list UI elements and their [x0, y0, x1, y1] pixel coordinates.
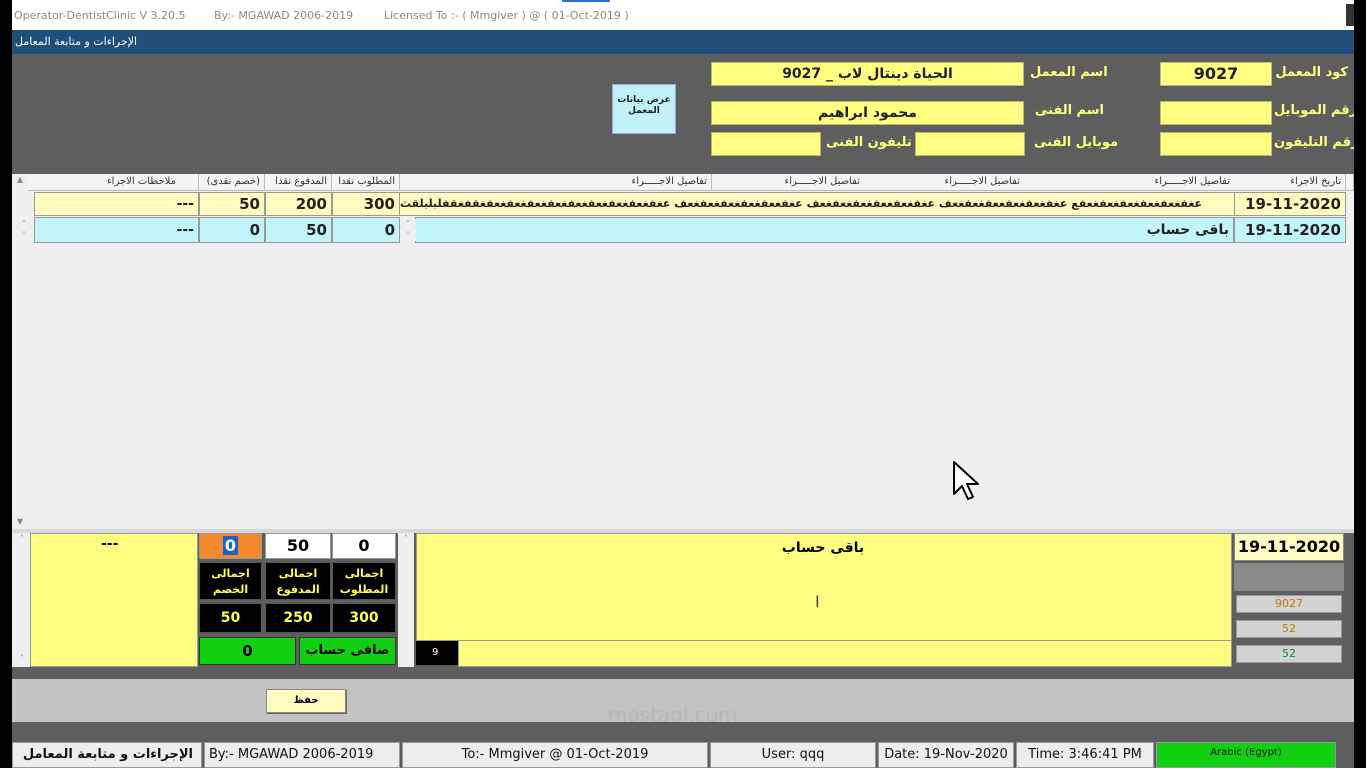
title-bar: Operator-DentistClinic V 3.20.5 By:- MGA…: [12, 0, 1354, 30]
row2-details-spinner[interactable]: ˄ ˅: [400, 219, 416, 241]
col-notes-header[interactable]: ملاحظات الاجراء: [28, 174, 199, 191]
mobile-field[interactable]: [1160, 101, 1272, 125]
summary-details-field[interactable]: باقى حساب I: [416, 533, 1232, 641]
status-bar: الإجراءات و متابعة المعامل By:- MGAWAD 2…: [12, 722, 1354, 768]
lab-code-field[interactable]: 9027: [1160, 62, 1272, 86]
col-paid-header[interactable]: المدفوع نقدا: [265, 174, 332, 191]
form-title: الإجراءات و متابعة المعامل: [15, 35, 138, 48]
app-window: Operator-DentistClinic V 3.20.5 By:- MGA…: [12, 0, 1354, 768]
tech-name-label: اسم الفنى: [1034, 103, 1104, 118]
text-cursor-icon: I: [815, 592, 820, 611]
total-required-value: 300: [332, 603, 396, 633]
row1-discount[interactable]: 50: [199, 192, 265, 216]
author-text: By:- MGAWAD 2006-2019: [214, 9, 354, 22]
summary-details-scroll[interactable]: ˄: [398, 533, 414, 667]
summary-required-field[interactable]: 0: [332, 533, 396, 559]
summary-paid-field[interactable]: 50: [265, 533, 331, 559]
row2-discount[interactable]: 0: [199, 217, 265, 243]
row1-date[interactable]: 19-11-2020: [1234, 192, 1346, 216]
summary-panel: ˄ ˅ --- 0 50 0 اجمالى الخصم اجمالى المدف…: [12, 529, 1354, 667]
summary-notes-field[interactable]: ---: [30, 533, 198, 667]
mobile-label: رقم الموبايل: [1274, 103, 1354, 118]
summary-blank-box: [1234, 563, 1344, 591]
summary-notes-value: ---: [101, 536, 119, 552]
license-text: Licensed To :- ( Mmgiver ) @ ( 01-Oct-20…: [384, 9, 629, 22]
lab-name-label: اسم المعمل: [1030, 65, 1108, 80]
tech-phone-label: تليفون الفنى: [826, 135, 912, 150]
total-paid-label: اجمالى المدفوع: [265, 562, 331, 600]
status-time: Time: 3:46:41 PM: [1016, 742, 1154, 768]
tech-mobile-field[interactable]: [915, 132, 1025, 156]
row1-notes[interactable]: ---: [34, 192, 199, 216]
col-required-header[interactable]: المطلوب نقدا: [332, 174, 400, 191]
col-discount-header[interactable]: (خصم نقدى): [199, 174, 265, 191]
summary-details-up-icon[interactable]: ˄: [398, 533, 414, 545]
summary-left-strip: ˄ ˅: [12, 533, 30, 667]
save-bar: حفظ mostaql.com: [12, 679, 1354, 727]
lab-header-panel: كود المعمل 9027 اسم المعمل الحياة دينتال…: [12, 54, 1354, 174]
net-balance-label: صافى حساب: [299, 637, 396, 665]
total-paid-value: 250: [265, 603, 331, 633]
summary-date-field[interactable]: 19-11-2020: [1234, 533, 1344, 561]
procedures-grid: تاريخ الاجراء تفاصيل الاجـــــراء تفاصيل…: [12, 174, 1354, 529]
status-language: Arabic (Egypt): [1156, 742, 1336, 768]
form-title-bar: الإجراءات و متابعة المعامل: [12, 30, 1354, 54]
net-balance-value: 0: [199, 637, 296, 665]
row2-notes[interactable]: ---: [34, 217, 199, 243]
total-discount-label: اجمالى الخصم: [199, 562, 262, 600]
status-form: الإجراءات و متابعة المعامل: [12, 742, 202, 768]
col-details-header-3[interactable]: تفاصيل الاجـــــراء: [712, 174, 864, 191]
col-date-header[interactable]: تاريخ الاجراء: [1234, 174, 1346, 191]
status-user: User: qqq: [710, 742, 876, 768]
mouse-pointer-icon: [953, 461, 979, 500]
window-edge: [1346, 4, 1354, 26]
status-author: By:- MGAWAD 2006-2019: [204, 742, 400, 768]
tech-phone-field[interactable]: [711, 132, 821, 156]
row1-required[interactable]: 300: [332, 192, 400, 216]
row2-details[interactable]: باقى حساب: [415, 217, 1234, 243]
summary-discount-value: 0: [222, 536, 239, 555]
col-edge-header: [1346, 174, 1354, 191]
app-title: Operator-DentistClinic V 3.20.5: [14, 9, 186, 22]
total-discount-value: 50: [199, 603, 262, 633]
summary-notes-up-icon[interactable]: ˄: [14, 533, 30, 545]
scroll-up-icon[interactable]: ▲: [12, 174, 28, 186]
record-count-box: 9: [416, 641, 458, 665]
col-details-header-4[interactable]: تفاصيل الاجـــــراء: [400, 174, 712, 191]
save-button[interactable]: حفظ: [266, 689, 346, 713]
side-value-2: 52: [1236, 620, 1342, 638]
col-details-header-1[interactable]: تفاصيل الاجـــــراء: [1024, 174, 1234, 191]
phone-label: رقم التليفون: [1274, 135, 1354, 150]
col-details-header-2[interactable]: تفاصيل الاجـــــراء: [864, 174, 1024, 191]
tech-mobile-label: موبايل الفنى: [1034, 135, 1119, 150]
summary-details-lower: [458, 641, 1232, 667]
phone-field[interactable]: [1160, 132, 1272, 156]
row2-date[interactable]: 19-11-2020: [1234, 217, 1346, 243]
row2-required[interactable]: 0: [332, 217, 400, 243]
divider-bar: [12, 667, 1354, 679]
status-date: Date: 19-Nov-2020: [878, 742, 1014, 768]
show-lab-data-button[interactable]: عرض بيانات المعمل: [612, 84, 676, 134]
summary-notes-down-icon[interactable]: ˅: [14, 653, 30, 665]
status-license: To:- Mmgiver @ 01-Oct-2019: [402, 742, 708, 768]
summary-details-value: باقى حساب: [781, 540, 865, 556]
row1-paid[interactable]: 200: [265, 192, 332, 216]
row2-paid[interactable]: 50: [265, 217, 332, 243]
side-value-lab-code: 9027: [1236, 595, 1342, 613]
total-required-label: اجمالى المطلوب: [332, 562, 396, 600]
lab-code-label: كود المعمل: [1275, 65, 1348, 80]
tech-name-field[interactable]: محمود ابراهيم: [711, 101, 1024, 125]
side-value-3: 52: [1236, 645, 1342, 663]
row2-notes-spinner[interactable]: ˄ ˅: [16, 219, 32, 241]
scroll-down-icon[interactable]: ▼: [12, 516, 28, 528]
summary-discount-field[interactable]: 0: [199, 533, 262, 559]
focus-indicator: [562, 0, 610, 2]
lab-name-field[interactable]: الحياة دينتال لاب _ 9027: [711, 62, 1024, 86]
row1-details[interactable]: عغفغعفغعفغعفغعفغعفع عغفغعفغعفغعفغعفغعف ع…: [400, 192, 1234, 216]
